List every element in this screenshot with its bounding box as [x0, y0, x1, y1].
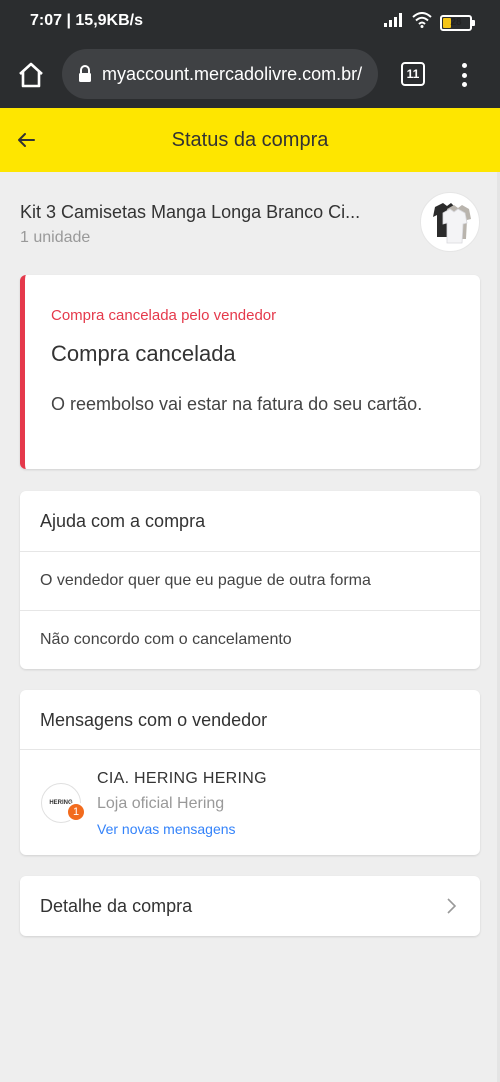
refund-description: O reembolso vai estar na fatura do seu c… — [51, 394, 423, 414]
seller-messages-card: Mensagens com o vendedor HERING 1 CIA. H… — [20, 690, 480, 855]
home-button[interactable] — [16, 60, 46, 90]
url-bar[interactable]: myaccount.mercadolivre.com.br/ — [62, 49, 378, 99]
battery-level: 28 — [450, 17, 462, 28]
status-bar: 7:07 | 15,9KB/s 28 — [0, 0, 500, 44]
url-text: myaccount.mercadolivre.com.br/ — [102, 63, 363, 84]
unread-count: 1 — [72, 806, 80, 818]
tab-count: 11 — [406, 67, 420, 81]
wifi-icon — [412, 12, 432, 33]
help-option-disagree-cancellation[interactable]: Não concordo com o cancelamento — [20, 610, 480, 669]
help-option-label: O vendedor quer que eu pague de outra fo… — [40, 572, 371, 589]
seller-name: CIA. HERING HERING — [97, 770, 267, 787]
messages-title: Mensagens com o vendedor — [40, 710, 268, 730]
help-title: Ajuda com a compra — [40, 511, 206, 531]
chevron-right-icon — [447, 898, 457, 914]
unread-badge: 1 — [66, 802, 86, 822]
product-quantity: 1 unidade — [20, 229, 91, 246]
product-name: Kit 3 Camisetas Manga Longa Branco Ci... — [20, 202, 361, 222]
app-header: Status da compra — [0, 108, 500, 172]
home-icon — [19, 62, 43, 88]
browser-toolbar: myaccount.mercadolivre.com.br/ 11 — [0, 44, 500, 108]
cancellation-title: Compra cancelada — [51, 341, 236, 366]
tabs-button[interactable]: 11 — [401, 62, 425, 86]
product-thumbnail — [420, 192, 480, 252]
help-option-pay-other-way[interactable]: O vendedor quer que eu pague de outra fo… — [20, 551, 480, 610]
purchase-detail-label: Detalhe da compra — [40, 896, 193, 916]
view-new-messages-link[interactable]: Ver novas mensagens — [97, 821, 236, 837]
help-option-label: Não concordo com o cancelamento — [40, 631, 292, 648]
browser-menu-button[interactable] — [454, 60, 474, 90]
signal-icon — [384, 13, 404, 32]
help-card: Ajuda com a compra O vendedor quer que e… — [20, 491, 480, 669]
lock-icon — [79, 65, 91, 82]
shirts-image — [433, 203, 471, 244]
menu-dot-icon — [461, 82, 467, 87]
page-title: Status da compra — [171, 129, 329, 151]
divider — [20, 749, 480, 750]
menu-dot-icon — [461, 63, 467, 68]
cancellation-notice-card: Compra cancelada pelo vendedor Compra ca… — [20, 275, 480, 469]
battery-icon: 28 — [440, 14, 475, 31]
cancellation-reason: Compra cancelada pelo vendedor — [51, 307, 277, 324]
status-icons: 28 — [384, 12, 475, 33]
status-time: 7:07 | 15,9KB/s — [30, 12, 143, 29]
product-summary[interactable]: Kit 3 Camisetas Manga Longa Branco Ci...… — [20, 192, 480, 256]
seller-subtitle: Loja oficial Hering — [97, 795, 225, 812]
purchase-detail-row[interactable]: Detalhe da compra — [20, 876, 480, 936]
menu-dot-icon — [461, 72, 467, 78]
